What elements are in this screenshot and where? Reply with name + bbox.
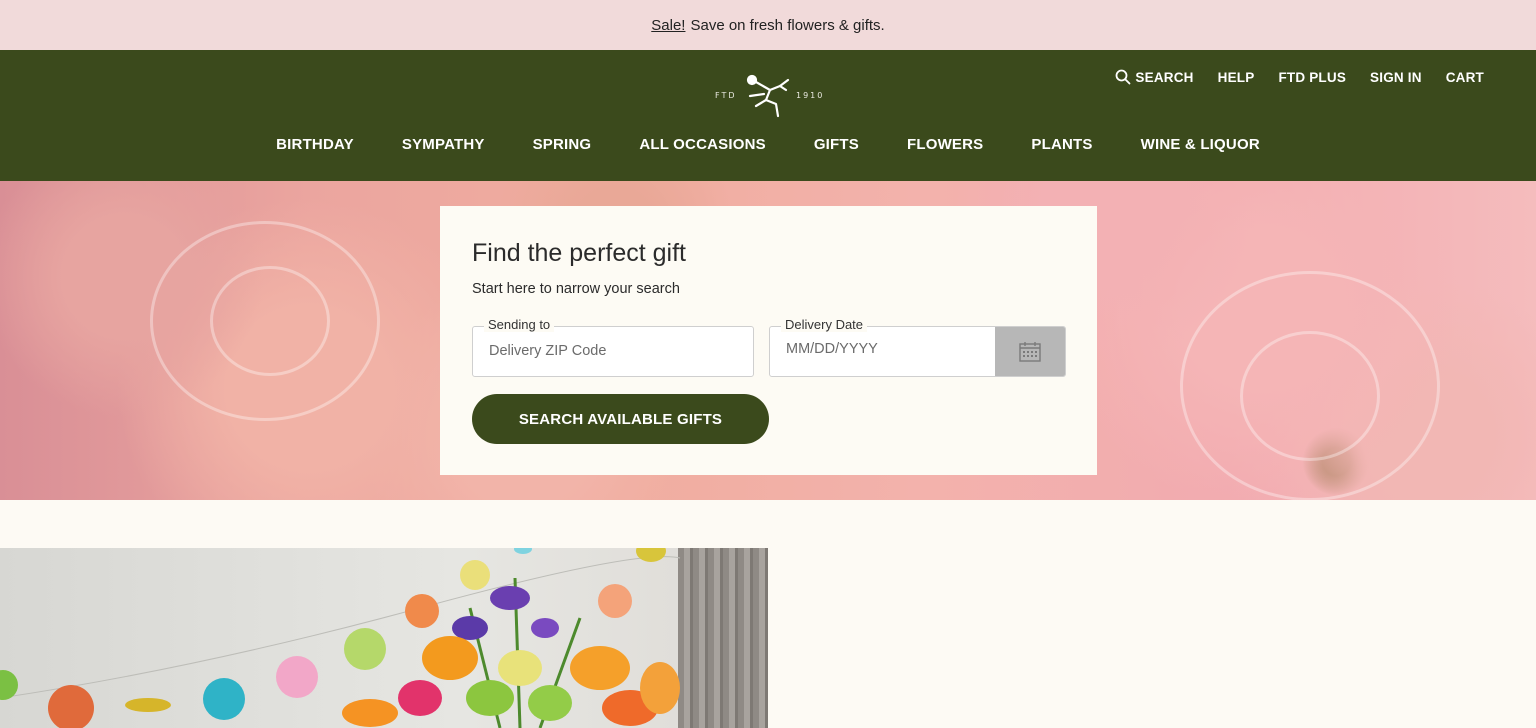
hero-petal-outline	[1240, 331, 1380, 461]
delivery-date-placeholder: MM/DD/YYYY	[786, 341, 878, 357]
zip-code-placeholder: Delivery ZIP Code	[489, 343, 607, 359]
nav-item-all-occasions[interactable]: ALL OCCASIONS	[639, 136, 766, 153]
hero-banner: Find the perfect gift Start here to narr…	[0, 181, 1536, 500]
nav-item-flowers[interactable]: FLOWERS	[907, 136, 983, 153]
bouquet-illustration	[342, 577, 680, 728]
search-available-gifts-button[interactable]: SEARCH AVAILABLE GIFTS	[472, 394, 769, 444]
nav-item-gifts[interactable]: GIFTS	[814, 136, 859, 153]
delivery-date-field[interactable]: Delivery Date MM/DD/YYYY	[769, 317, 1066, 377]
promo-sale-link[interactable]: Sale!	[651, 17, 685, 34]
logo-text-right: 1910	[796, 91, 825, 100]
site-header: FTD 1910 SEARCH HELP FTD PLUS SIGN IN CA…	[0, 50, 1536, 181]
nav-item-birthday[interactable]: BIRTHDAY	[276, 136, 354, 153]
ftd-logo[interactable]: FTD 1910	[712, 72, 824, 120]
utility-search-label: SEARCH	[1135, 69, 1194, 85]
main-nav: BIRTHDAY SYMPATHY SPRING ALL OCCASIONS G…	[0, 136, 1536, 153]
garland-dot	[125, 698, 171, 712]
utility-ftd-plus[interactable]: FTD PLUS	[1278, 69, 1346, 85]
nav-item-spring[interactable]: SPRING	[533, 136, 592, 153]
gift-finder-subtitle: Start here to narrow your search	[472, 281, 680, 297]
hero-petal-outline	[210, 266, 330, 376]
utility-cart[interactable]: CART	[1446, 69, 1484, 85]
search-icon	[1116, 69, 1131, 85]
gift-finder-card: Find the perfect gift Start here to narr…	[440, 206, 1097, 475]
calendar-icon	[1019, 341, 1041, 362]
garland-dot	[203, 678, 245, 720]
utility-nav: SEARCH HELP FTD PLUS SIGN IN CART	[1115, 69, 1484, 85]
nav-item-plants[interactable]: PLANTS	[1031, 136, 1092, 153]
calendar-button[interactable]	[995, 327, 1065, 376]
utility-help[interactable]: HELP	[1218, 69, 1255, 85]
logo-text-left: FTD	[715, 91, 737, 100]
gift-finder-title: Find the perfect gift	[472, 239, 687, 267]
utility-sign-in[interactable]: SIGN IN	[1370, 69, 1422, 85]
promo-bar: Sale! Save on fresh flowers & gifts.	[0, 0, 1536, 50]
feature-image-birthday-bouquet[interactable]	[0, 548, 768, 728]
delivery-date-label: Delivery Date	[781, 317, 868, 332]
utility-search[interactable]: SEARCH	[1115, 69, 1193, 85]
garland-dot	[48, 685, 94, 728]
mercury-logo-icon	[746, 74, 790, 118]
nav-item-wine-liquor[interactable]: WINE & LIQUOR	[1141, 136, 1260, 153]
promo-text: Save on fresh flowers & gifts.	[690, 16, 885, 34]
zip-code-label: Sending to	[484, 317, 555, 332]
zip-code-field[interactable]: Sending to Delivery ZIP Code	[472, 317, 754, 377]
nav-item-sympathy[interactable]: SYMPATHY	[402, 136, 485, 153]
